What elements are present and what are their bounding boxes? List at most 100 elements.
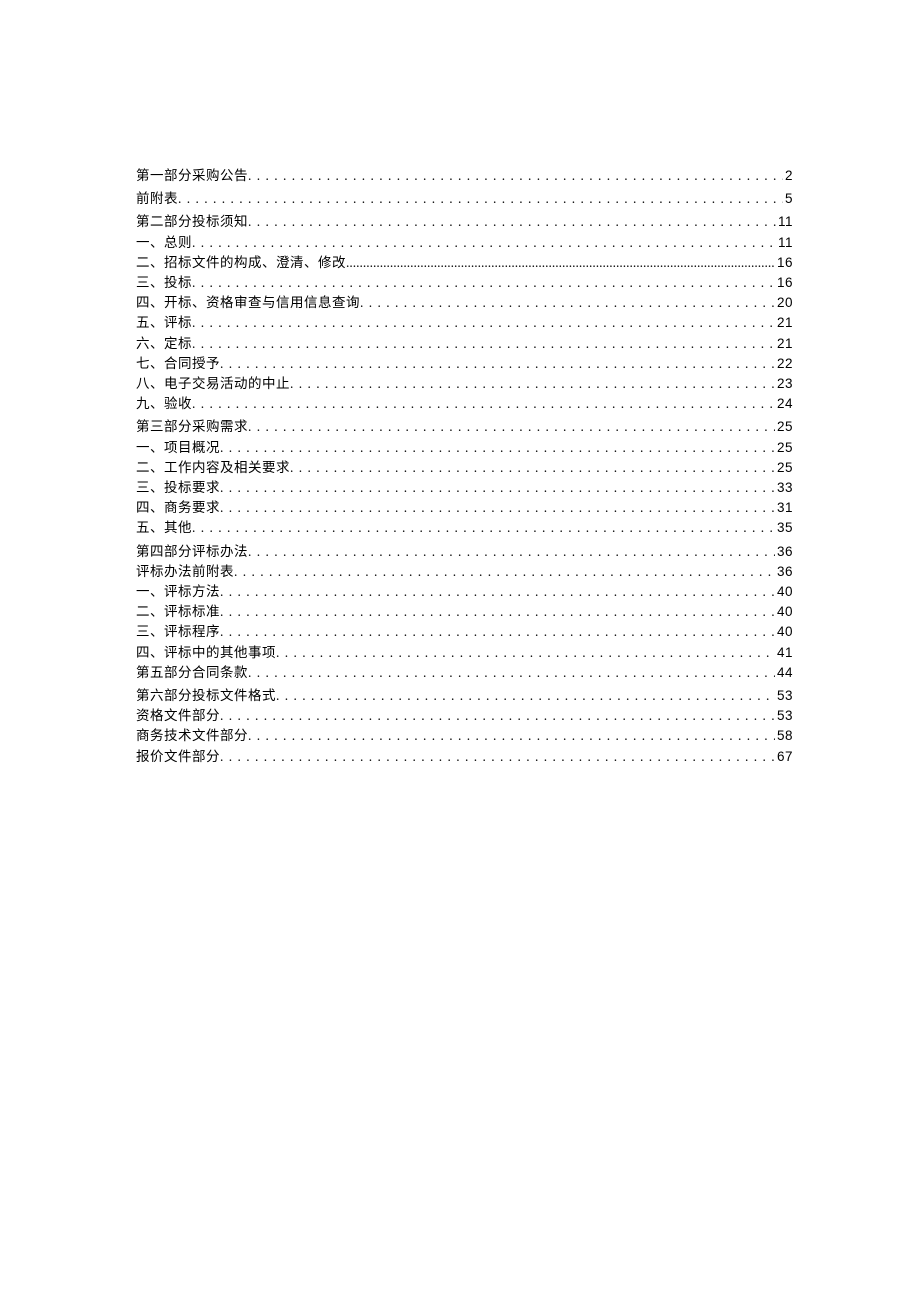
toc-entry-page: 67	[775, 747, 793, 767]
toc-entry-page: 25	[775, 438, 793, 458]
toc-leader-dots	[248, 663, 775, 683]
toc-entry-page: 33	[775, 478, 793, 498]
toc-entry-page: 21	[775, 313, 793, 333]
toc-entry: 三、投标 16	[136, 273, 793, 293]
toc-entry: 一、评标方法 40	[136, 582, 793, 602]
toc-entry: 一、总则 11	[136, 233, 793, 253]
toc-entry-page: 23	[775, 374, 793, 394]
toc-leader-dots	[220, 582, 775, 602]
toc-entry: 第五部分合同条款44	[136, 663, 793, 683]
toc-entry-title: 五、评标	[136, 313, 192, 333]
toc-entry: 资格文件部分53	[136, 706, 793, 726]
toc-entry-page: 5	[783, 189, 793, 209]
toc-entry: 第六部分投标文件格式53	[136, 686, 793, 706]
toc-entry: 一、项目概况 25	[136, 438, 793, 458]
toc-entry: 四、商务要求31	[136, 498, 793, 518]
toc-entry-title: 一、总则	[136, 233, 192, 253]
toc-entry-page: 20	[775, 293, 793, 313]
toc-entry-title: 报价文件部分	[136, 747, 220, 767]
toc-entry-title: 第四部分评标办法	[136, 542, 248, 562]
toc-entry-title: 七、合同授予	[136, 354, 220, 374]
toc-entry-title: 二、工作内容及相关要求	[136, 458, 290, 478]
toc-leader-dots	[192, 313, 775, 333]
toc-entry-page: 25	[775, 417, 793, 437]
toc-entry-page: 36	[775, 562, 793, 582]
toc-entry: 八、电子交易活动的中止 23	[136, 374, 793, 394]
toc-entry-page: 11	[776, 233, 793, 253]
toc-entry: 第三部分采购需求25	[136, 417, 793, 437]
toc-leader-dots	[192, 273, 775, 293]
toc-entry: 二、工作内容及相关要求 25	[136, 458, 793, 478]
toc-entry-page: 41	[775, 643, 793, 663]
toc-entry: 第二部分投标须知 11	[136, 212, 793, 232]
toc-entry-title: 三、投标要求	[136, 478, 220, 498]
toc-entry-title: 二、评标标准	[136, 602, 220, 622]
toc-entry-page: 25	[775, 458, 793, 478]
toc-entry: 七、合同授予 22	[136, 354, 793, 374]
toc-entry-title: 六、定标	[136, 334, 192, 354]
toc-entry: 第四部分评标办法 36	[136, 542, 793, 562]
toc-leader-dots	[276, 643, 775, 663]
toc-entry: 评标办法前附表 36	[136, 562, 793, 582]
toc-leader-dots	[248, 212, 776, 232]
toc-entry-title: 四、开标、资格审查与信用信息查询	[136, 293, 360, 313]
toc-entry-page: 53	[775, 686, 793, 706]
toc-entry-title: 三、评标程序	[136, 622, 220, 642]
toc-leader-dots	[220, 354, 775, 374]
toc-leader-dots	[220, 622, 775, 642]
toc-entry-title: 九、验收	[136, 394, 192, 414]
toc-leader-dots	[220, 478, 775, 498]
toc-entry-title: 五、其他	[136, 518, 192, 538]
toc-leader-dots	[276, 686, 775, 706]
toc-entry: 商务技术文件部分 58	[136, 726, 793, 746]
toc-entry: 四、评标中的其他事项 41	[136, 643, 793, 663]
toc-leader-dots	[192, 518, 775, 538]
toc-entry-page: 53	[775, 706, 793, 726]
toc-entry-title: 商务技术文件部分	[136, 726, 248, 746]
toc-leader-dots	[360, 293, 775, 313]
toc-entry-page: 58	[775, 726, 793, 746]
toc-entry-page: 22	[775, 354, 793, 374]
toc-entry: 四、开标、资格审查与信用信息查询 20	[136, 293, 793, 313]
toc-entry: 三、评标程序40	[136, 622, 793, 642]
toc-entry: 九、验收24	[136, 394, 793, 414]
toc-entry-title: 八、电子交易活动的中止	[136, 374, 290, 394]
toc-entry: 报价文件部分 67	[136, 747, 793, 767]
toc-leader-dots	[192, 233, 776, 253]
toc-entry-title: 二、招标文件的构成、澄清、修改	[136, 253, 346, 273]
toc-entry-title: 第五部分合同条款	[136, 663, 248, 683]
toc-leader-dots	[234, 562, 775, 582]
toc-leader-dots	[248, 542, 775, 562]
toc-entry-page: 21	[775, 334, 793, 354]
toc-entry-title: 第一部分采购公告	[136, 166, 248, 186]
toc-entry: 第一部分采购公告 2	[136, 166, 793, 186]
toc-entry-title: 一、项目概况	[136, 438, 220, 458]
toc-leader-dots	[346, 253, 775, 273]
toc-entry-title: 四、商务要求	[136, 498, 220, 518]
toc-entry-page: 11	[776, 212, 793, 232]
toc-leader-dots	[220, 438, 775, 458]
toc-entry-page: 16	[775, 253, 793, 273]
toc-leader-dots	[220, 747, 775, 767]
toc-entry: 二、招标文件的构成、澄清、修改 16	[136, 253, 793, 273]
toc-entry-page: 40	[775, 602, 793, 622]
toc-entry-title: 四、评标中的其他事项	[136, 643, 276, 663]
toc-entry-title: 第二部分投标须知	[136, 212, 248, 232]
toc-entry-page: 40	[775, 582, 793, 602]
table-of-contents: 第一部分采购公告2前附表5第二部分投标须知11一、总则11二、招标文件的构成、澄…	[136, 166, 793, 767]
toc-leader-dots	[220, 498, 775, 518]
toc-entry-page: 2	[783, 166, 793, 186]
toc-entry: 三、投标要求 33	[136, 478, 793, 498]
toc-entry-title: 三、投标	[136, 273, 192, 293]
toc-entry: 六、定标 21	[136, 334, 793, 354]
toc-leader-dots	[220, 706, 775, 726]
toc-leader-dots	[248, 726, 775, 746]
toc-entry-title: 评标办法前附表	[136, 562, 234, 582]
toc-leader-dots	[290, 374, 775, 394]
toc-entry-title: 一、评标方法	[136, 582, 220, 602]
document-page: 第一部分采购公告2前附表5第二部分投标须知11一、总则11二、招标文件的构成、澄…	[0, 0, 920, 1301]
toc-leader-dots	[192, 394, 775, 414]
toc-entry-page: 16	[775, 273, 793, 293]
toc-leader-dots	[192, 334, 775, 354]
toc-entry-page: 36	[775, 542, 793, 562]
